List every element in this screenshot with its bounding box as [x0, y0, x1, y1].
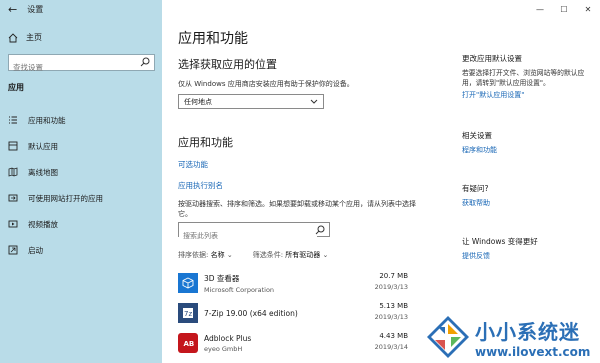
chevron-down-icon	[310, 99, 318, 104]
maximize-icon[interactable]: ☐	[552, 0, 576, 18]
sidebar-item-offline-maps[interactable]: 离线地图	[0, 159, 162, 185]
minimize-icon[interactable]: —	[528, 0, 552, 18]
svg-text:7z: 7z	[184, 310, 192, 318]
app-size: 4.43 MB	[379, 332, 408, 340]
sidebar-item-label: 视频播放	[28, 219, 58, 229]
watermark-text: 小小系统迷	[475, 319, 580, 344]
home-link[interactable]: 主页	[8, 32, 42, 43]
app-publisher: Microsoft Corporation	[204, 285, 275, 294]
sort-filter-row: 排序依据: 名称 ⌄ 筛选条件: 所有驱动器 ⌄	[178, 250, 328, 260]
filter-control[interactable]: 筛选条件: 所有驱动器 ⌄	[253, 250, 329, 260]
7zip-icon: 7z	[178, 303, 198, 323]
settings-search-input[interactable]	[9, 60, 142, 75]
startup-icon	[8, 245, 18, 255]
sort-value: 名称	[210, 251, 225, 259]
apps-features-heading: 应用和功能	[178, 136, 233, 149]
svg-text:ABP: ABP	[184, 340, 195, 348]
sidebar-item-apps-features[interactable]: 应用和功能	[0, 107, 162, 133]
sidebar-item-label: 应用和功能	[28, 115, 66, 125]
video-icon	[8, 219, 18, 229]
choose-location-desc: 仅从 Windows 应用商店安装应用有助于保护你的设备。	[178, 80, 354, 88]
section-heading: 应用	[8, 83, 24, 92]
app-name: 7-Zip 19.00 (x64 edition)	[204, 308, 298, 318]
map-icon	[8, 167, 18, 177]
sidebar-item-apps-for-websites[interactable]: 可使用网站打开的应用	[0, 185, 162, 211]
app-list-search-box[interactable]	[178, 222, 330, 243]
window-title: 设置	[27, 5, 44, 14]
app-row[interactable]: 3D 查看器 Microsoft Corporation 20.7 MB 2019…	[178, 268, 408, 298]
settings-search-box[interactable]	[8, 54, 155, 75]
app-name: Adblock Plus	[204, 333, 252, 343]
related-settings-title: 相关设置	[462, 131, 492, 140]
sort-label: 排序依据:	[178, 251, 209, 259]
default-apps-icon	[8, 141, 18, 151]
sidebar-item-label: 离线地图	[28, 167, 58, 177]
app-name: 3D 查看器	[204, 273, 240, 283]
app-alias-link[interactable]: 应用执行别名	[178, 180, 223, 191]
page-title: 应用和功能	[178, 31, 248, 47]
app-date: 2019/3/13	[374, 313, 408, 321]
sidebar-nav: 应用和功能 默认应用 离线地图 可使用网站打开的应用 视频播放 启动	[0, 107, 162, 263]
improve-windows-title: 让 Windows 变得更好	[462, 237, 538, 246]
sidebar-item-startup[interactable]: 启动	[0, 237, 162, 263]
window-controls: — ☐ ✕	[528, 0, 600, 18]
app-size: 20.7 MB	[379, 272, 408, 280]
install-source-dropdown[interactable]: 任何地点	[178, 94, 324, 109]
related-panel: 更改应用默认设置 若要选择打开文件、浏览网站等的默认应用，请转到"默认应用设置"…	[462, 53, 597, 261]
chevron-down-icon: ⌄	[322, 251, 329, 259]
sidebar: ← 设置 主页 应用 应用和功能 默认应用 离线地图	[0, 0, 162, 363]
sidebar-item-default-apps[interactable]: 默认应用	[0, 133, 162, 159]
list-icon	[8, 115, 18, 125]
chevron-down-icon: ⌄	[226, 251, 233, 259]
search-icon[interactable]	[140, 57, 150, 67]
sidebar-item-label: 默认应用	[28, 141, 58, 151]
close-icon[interactable]: ✕	[576, 0, 600, 18]
dropdown-value: 任何地点	[184, 97, 212, 106]
cube-3d-icon	[178, 273, 198, 293]
windows-logo-icon	[427, 316, 469, 358]
optional-features-link[interactable]: 可选功能	[178, 159, 208, 170]
sidebar-item-video-playback[interactable]: 视频播放	[0, 211, 162, 237]
search-icon[interactable]	[315, 225, 325, 235]
app-row[interactable]: ABP Adblock Pluseyeo GmbH 4.43 MB 2019/3…	[178, 328, 408, 358]
feedback-link[interactable]: 提供反馈	[462, 251, 597, 261]
search-desc: 按驱动器搜索、排序和筛选。如果想要卸载或移动某个应用，请从列表中选择它。	[178, 200, 416, 218]
arrow-left-icon[interactable]: ←	[8, 4, 17, 15]
app-date: 2019/3/13	[374, 283, 408, 291]
sidebar-item-label: 可使用网站打开的应用	[28, 193, 103, 203]
web-app-icon	[8, 193, 18, 203]
adblock-icon: ABP	[178, 333, 198, 353]
app-size: 5.13 MB	[379, 302, 408, 310]
choose-location-heading: 选择获取应用的位置	[178, 58, 277, 71]
app-date: 2019/3/14	[374, 343, 408, 351]
default-settings-desc: 若要选择打开文件、浏览网站等的默认应用，请转到"默认应用设置"。	[462, 69, 585, 87]
open-default-settings-link[interactable]: 打开"默认应用设置"	[462, 90, 597, 100]
app-list-search-input[interactable]	[179, 229, 317, 243]
filter-value: 所有驱动器	[285, 251, 321, 259]
sidebar-item-label: 启动	[28, 245, 43, 255]
app-row[interactable]: 7z 7-Zip 19.00 (x64 edition) 5.13 MB 201…	[178, 298, 408, 328]
question-title: 有疑问?	[462, 184, 489, 193]
programs-features-link[interactable]: 程序和功能	[462, 145, 597, 155]
home-icon	[8, 32, 18, 42]
app-list: 3D 查看器 Microsoft Corporation 20.7 MB 2019…	[178, 268, 408, 358]
default-settings-title: 更改应用默认设置	[462, 54, 522, 63]
filter-label: 筛选条件:	[252, 251, 284, 259]
settings-window: ← 设置 主页 应用 应用和功能 默认应用 离线地图	[0, 0, 600, 363]
get-help-link[interactable]: 获取帮助	[462, 198, 597, 208]
watermark-url: www.ilovext.com	[475, 344, 591, 359]
app-publisher: eyeo GmbH	[204, 344, 243, 353]
titlebar: ← 设置	[8, 4, 43, 15]
home-label: 主页	[26, 33, 42, 42]
main-content: — ☐ ✕ 应用和功能 选择获取应用的位置 仅从 Windows 应用商店安装应…	[162, 0, 600, 363]
sort-control[interactable]: 排序依据: 名称 ⌄	[178, 250, 233, 260]
watermark: 小小系统迷 www.ilovext.com	[425, 311, 600, 363]
